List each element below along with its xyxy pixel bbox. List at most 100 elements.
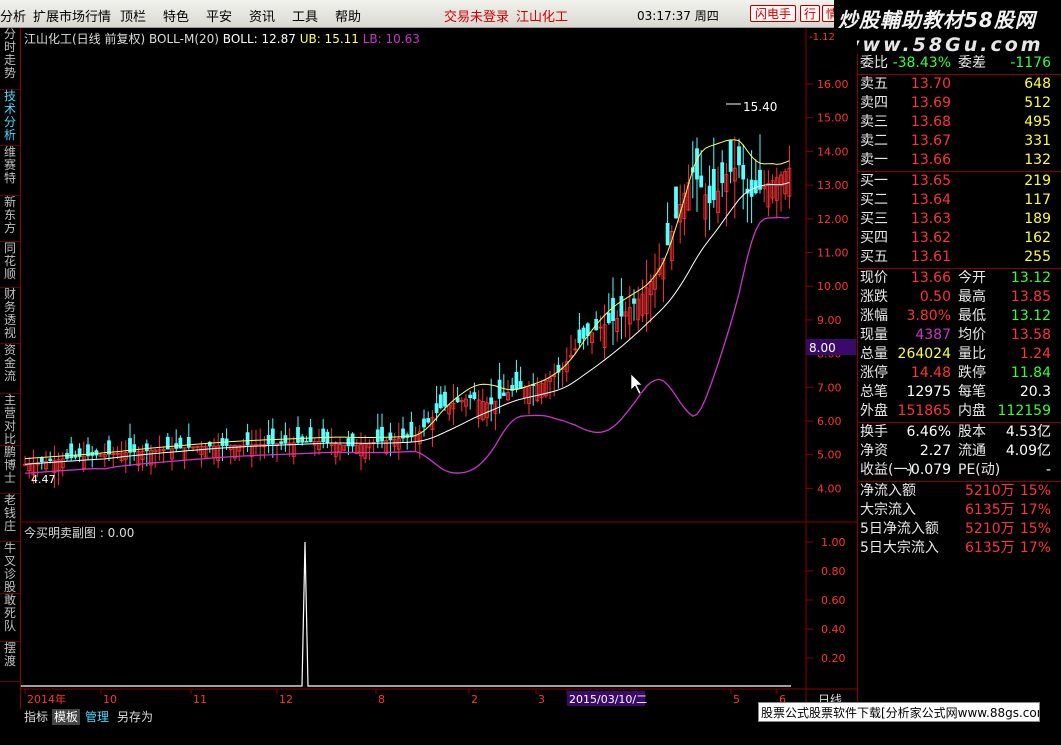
stat-row-5-label: 涨停 [860, 365, 888, 381]
candle-body [737, 146, 741, 166]
candle-body [728, 140, 733, 172]
stat-row-5-label2: 跌停 [958, 365, 986, 381]
flash-trade-button[interactable]: 闪电手 [750, 5, 796, 22]
stat-row-2-value2: 13.12 [1010, 308, 1051, 324]
date-axis-label: 2015/03/10/二 [569, 693, 647, 706]
stat-row-7-value: 151865 [897, 403, 951, 419]
sidebar-tab-12[interactable]: 摆渡 [0, 642, 20, 682]
sidebar-tab-10[interactable]: 牛叉诊股 [0, 542, 20, 594]
candle-body [350, 433, 355, 447]
tab-indicator[interactable]: 指标 [24, 709, 48, 725]
ask-volume: 512 [1024, 95, 1051, 111]
flow-percent: 17% [1019, 540, 1051, 556]
sidebar-tab-6[interactable]: 资金流 [0, 344, 20, 394]
sidebar-tab-4[interactable]: 同花顺 [0, 242, 20, 288]
quote-panel: 委比 -38.43% 委差 -1176 卖五 13.70 648 卖四 13.69 512 卖三 13… [857, 54, 1061, 710]
price-axis-label: 5.00 [817, 449, 842, 462]
flow-label: 净流入额 [860, 483, 916, 499]
date-axis-label: 12 [279, 693, 293, 706]
flow-row-3: 5日大宗流入 6135万 17% [858, 539, 1061, 558]
candle-body [468, 394, 473, 399]
fund-row-2-label2: PE(动) [958, 462, 1001, 478]
wei-bi-row-label: 委比 [860, 55, 888, 71]
menu-extended-market[interactable]: 扩展市场行情 [33, 6, 111, 25]
stat-row-0-label: 现价 [860, 270, 888, 286]
trade-login-status[interactable]: 交易未登录 [444, 6, 509, 25]
ask-row-0-value: 13.70 [910, 76, 951, 92]
candle-body [577, 329, 582, 343]
bid-row-2-value: 13.63 [910, 211, 951, 227]
candle-body [245, 432, 250, 446]
candle-body [665, 222, 670, 246]
bid-row-2: 买三 13.63 189 [858, 210, 1061, 229]
candle-body [186, 436, 191, 448]
price-axis-label: 12.00 [817, 213, 849, 226]
bid-row-3-label: 买四 [860, 230, 888, 246]
candle-body [321, 428, 326, 442]
date-axis-label: 5 [733, 693, 740, 706]
sidebar-tab-1[interactable]: 技术分析 [0, 90, 20, 146]
ask-row-2: 卖三 13.68 495 [858, 113, 1061, 132]
candle-body [606, 312, 611, 324]
candle-body [443, 391, 447, 407]
sidebar-tab-5[interactable]: 财务透视 [0, 288, 20, 344]
ask-row-4-value: 13.66 [910, 152, 951, 168]
tab-save-as[interactable]: 另存为 [117, 709, 153, 725]
candle-body [426, 418, 431, 423]
current-price-tag: 8.00 [809, 341, 836, 355]
chart-title: 江山化工(日线 前复权) BOLL-M(20) BOLL: 12.87 UB: … [24, 32, 420, 46]
bid-volume: 219 [1024, 173, 1051, 189]
menu-analysis[interactable]: 分析 [0, 6, 26, 25]
flow-amount: 5210万 [965, 483, 1015, 499]
bid-row-2-label: 买三 [860, 211, 888, 227]
sidebar-tab-8[interactable]: 鹏博士 [0, 446, 20, 494]
stat-row-4: 总量 264024 量比 1.24 [858, 345, 1061, 364]
bid-row-4: 买五 13.61 255 [858, 248, 1061, 267]
menu-news[interactable]: 资讯 [249, 6, 275, 25]
quote-button[interactable]: 行 [800, 5, 820, 22]
ad-banner[interactable]: 股票公式股票软件下载[分析家公式网www.88gs.com] [758, 702, 1040, 722]
sidebar-tab-11[interactable]: 敢死队 [0, 594, 20, 642]
subchart-title: 今买明卖副图 : 0.00 [24, 526, 135, 540]
menu-pingan[interactable]: 平安 [206, 6, 232, 25]
menu-features[interactable]: 特色 [163, 6, 189, 25]
fund-row-1-value: 2.27 [919, 443, 951, 459]
fund-row-0-label2: 股本 [958, 424, 986, 440]
sub-axis-label: 0.60 [821, 594, 846, 607]
price-axis-label: 11.00 [817, 247, 849, 260]
sidebar-tab-7[interactable]: 主营对比 [0, 394, 20, 446]
menu-help[interactable]: 帮助 [335, 6, 361, 25]
kline-chart[interactable]: 16.00 15.00 14.00 13.00 12.00 11.00 10.00 9.00 8… [21, 28, 878, 710]
menu-top-bar[interactable]: 顶栏 [120, 6, 146, 25]
wei-bi-row: 委比 -38.43% 委差 -1176 [858, 54, 1061, 73]
date-axis-label: 2 [471, 693, 478, 706]
ask-volume: 648 [1024, 76, 1051, 92]
stat-row-2-label: 涨幅 [860, 308, 888, 324]
menu-tools[interactable]: 工具 [292, 6, 318, 25]
stat-row-6-label2: 每笔 [958, 384, 986, 400]
chart-background [21, 28, 857, 710]
flow-amount: 6135万 [965, 540, 1015, 556]
candle-body [472, 392, 477, 399]
sidebar-tab-9[interactable]: 老钱庄 [0, 494, 20, 542]
fund-row-0-value2: 4.53亿 [1005, 424, 1051, 440]
sub-axis-label: 0.40 [821, 623, 846, 636]
stat-row-4-label2: 量比 [958, 346, 986, 362]
stat-row-1-label2: 最高 [958, 289, 986, 305]
tab-template[interactable]: 模板 [52, 709, 81, 725]
low-annotation: 4.47 [31, 473, 56, 486]
bid-row-1-label: 买二 [860, 192, 888, 208]
candle-body [434, 403, 439, 413]
high-annotation: 15.40 [743, 100, 777, 114]
sidebar-tab-3[interactable]: 新东方 [0, 196, 20, 242]
ask-row-2-label: 卖三 [860, 114, 888, 130]
candle-body [581, 327, 586, 339]
sidebar-tab-2[interactable]: 维赛特 [0, 146, 20, 196]
sidebar-tab-0[interactable]: 分时走势 [0, 28, 20, 90]
date-axis-label: 2014年 [27, 692, 66, 706]
fund-row-0-label: 换手 [860, 424, 888, 440]
flow-percent: 17% [1019, 502, 1051, 518]
tab-manage[interactable]: 管理 [85, 709, 109, 725]
date-axis-label: 3 [538, 693, 545, 706]
ask-row-0: 卖五 13.70 648 [858, 75, 1061, 94]
